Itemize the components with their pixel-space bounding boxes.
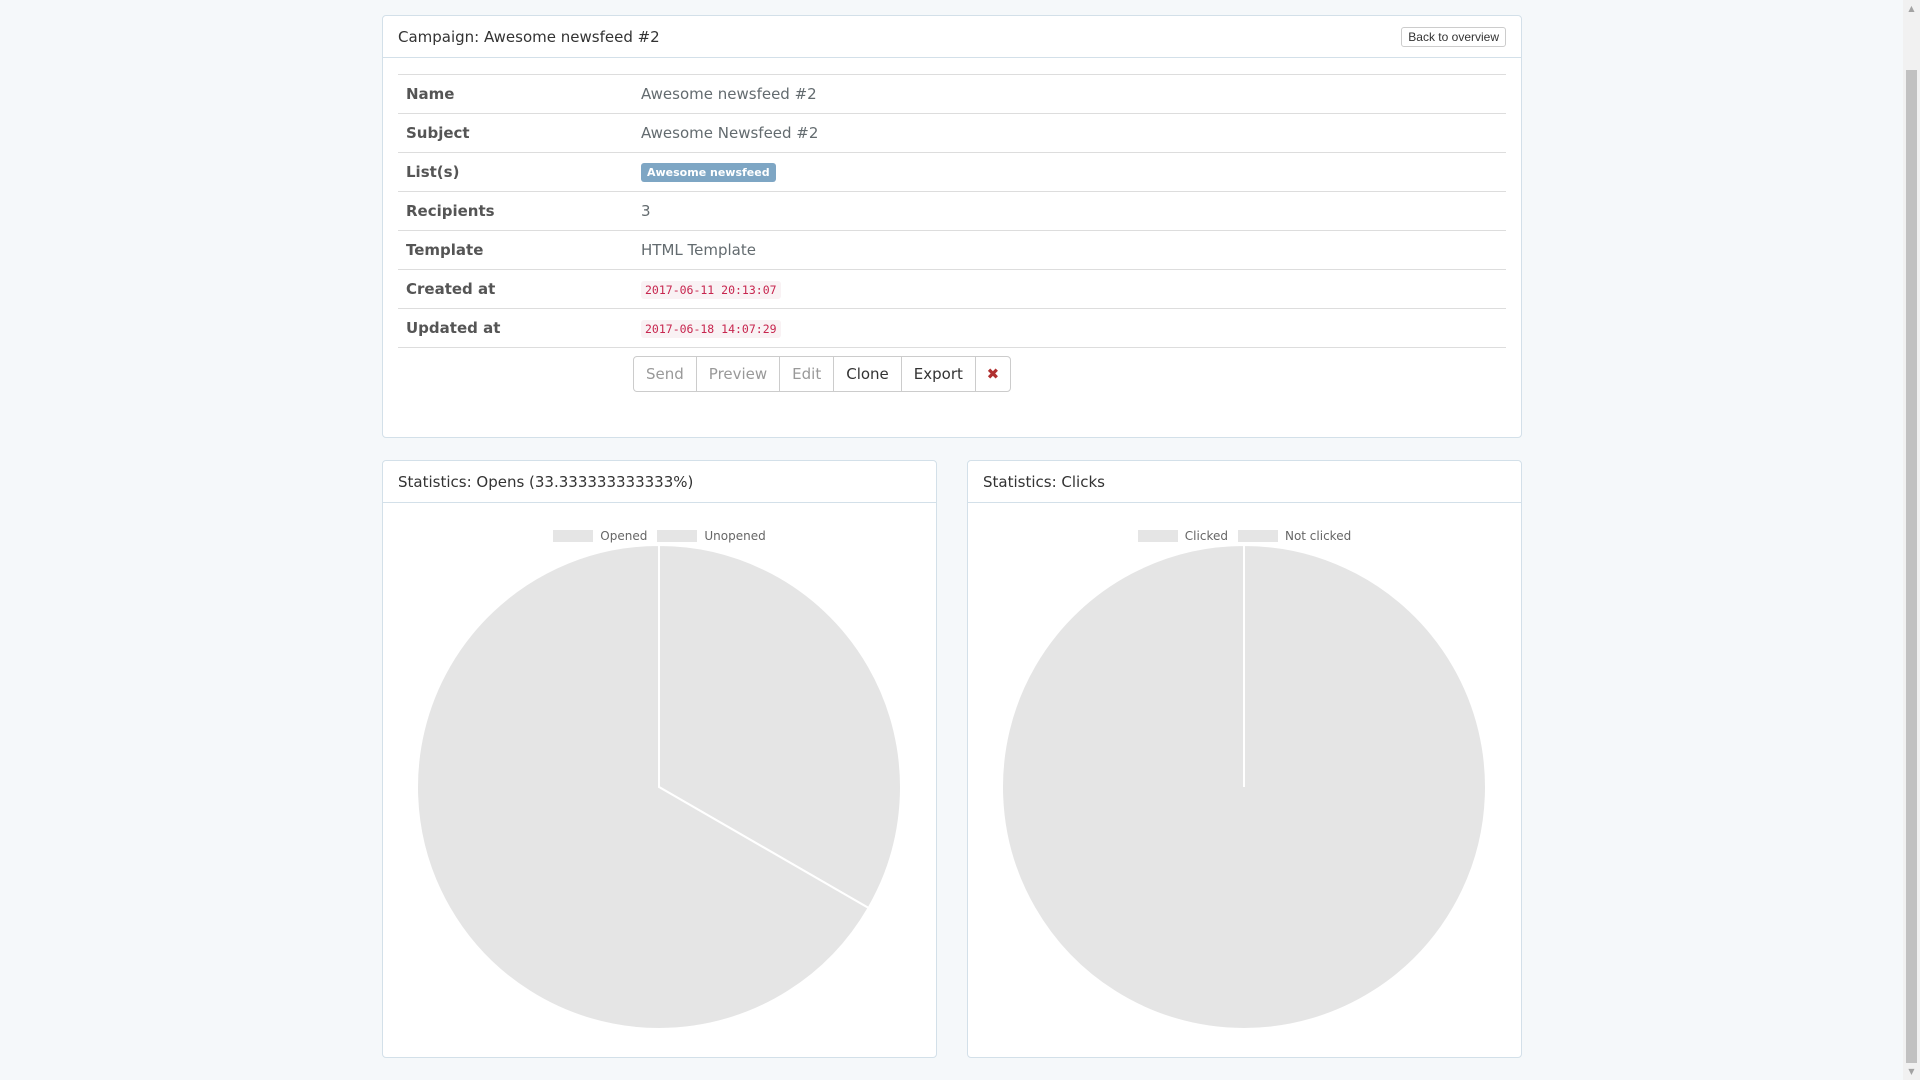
campaign-template-value: HTML Template [633, 230, 1506, 270]
legend-swatch [657, 530, 698, 542]
legend-swatch [1137, 530, 1178, 542]
scroll-thumb[interactable] [1906, 70, 1917, 1063]
opens-title: Statistics: Opens (33.333333333333%) [398, 472, 694, 491]
clicks-title: Statistics: Clicks [983, 472, 1105, 491]
table-row: Recipients 3 [398, 191, 1506, 231]
table-row: List(s) Awesome newsfeed [398, 152, 1506, 192]
campaign-created-value: 2017-06-11 20:13:07 [633, 269, 1506, 309]
clone-button[interactable]: Clone [833, 356, 902, 392]
legend-swatch [553, 530, 594, 542]
clicks-legend: Clicked Not clicked [968, 529, 1521, 543]
send-button[interactable]: Send [633, 356, 697, 392]
opens-statistics-panel: Statistics: Opens (33.333333333333%) Ope… [382, 460, 937, 1058]
updated-at-code: 2017-06-18 14:07:29 [641, 319, 781, 338]
campaign-subject-value: Awesome Newsfeed #2 [633, 113, 1506, 153]
row-label: Subject [398, 113, 633, 153]
list-badge[interactable]: Awesome newsfeed [641, 163, 776, 182]
legend-item-clicked[interactable]: Clicked [1137, 529, 1228, 543]
export-button[interactable]: Export [900, 356, 976, 392]
row-label: Template [398, 230, 633, 270]
opens-pie-chart [416, 545, 902, 1030]
table-row: Updated at 2017-06-18 14:07:29 [398, 308, 1506, 348]
row-label: List(s) [398, 152, 633, 192]
legend-label-unopened: Unopened [704, 529, 766, 543]
table-row: Name Awesome newsfeed #2 [398, 74, 1506, 114]
legend-label-opened: Opened [600, 529, 648, 543]
created-at-code: 2017-06-11 20:13:07 [641, 280, 781, 299]
legend-label-not-clicked: Not clicked [1284, 529, 1352, 543]
legend-swatch [1237, 530, 1278, 542]
campaign-panel-heading: Campaign: Awesome newsfeed #2 Back to ov… [383, 16, 1521, 58]
campaign-details-table: Name Awesome newsfeed #2 Subject Awesome… [398, 74, 1506, 348]
scroll-up-icon[interactable]: ▲ [1903, 0, 1920, 17]
campaign-lists-value: Awesome newsfeed [633, 152, 1506, 192]
legend-item-opened[interactable]: Opened [553, 529, 647, 543]
row-label: Created at [398, 269, 633, 309]
page: Campaign: Awesome newsfeed #2 Back to ov… [0, 0, 1920, 1080]
clicks-panel-heading: Statistics: Clicks [968, 461, 1521, 503]
legend-label-clicked: Clicked [1184, 529, 1228, 543]
opens-legend: Opened Unopened [383, 529, 936, 543]
campaign-actions: Send Preview Edit Clone Export ✖ [633, 356, 1011, 392]
campaign-title: Campaign: Awesome newsfeed #2 [398, 27, 660, 46]
opens-panel-heading: Statistics: Opens (33.333333333333%) [383, 461, 936, 503]
campaign-name-value: Awesome newsfeed #2 [633, 74, 1506, 114]
campaign-panel: Campaign: Awesome newsfeed #2 Back to ov… [382, 15, 1522, 438]
campaign-updated-value: 2017-06-18 14:07:29 [633, 308, 1506, 348]
row-label: Updated at [398, 308, 633, 348]
table-row: Subject Awesome Newsfeed #2 [398, 113, 1506, 153]
legend-item-not-clicked[interactable]: Not clicked [1237, 529, 1352, 543]
back-to-overview-button[interactable]: Back to overview [1401, 26, 1506, 47]
table-row: Template HTML Template [398, 230, 1506, 270]
scroll-down-icon[interactable]: ▼ [1903, 1063, 1920, 1080]
clicks-statistics-panel: Statistics: Clicks Clicked Not clicked [967, 460, 1522, 1058]
edit-button[interactable]: Edit [779, 356, 835, 392]
row-label: Name [398, 74, 633, 114]
legend-item-unopened[interactable]: Unopened [657, 529, 766, 543]
clicks-pie-chart [1001, 545, 1487, 1030]
page-scrollbar[interactable]: ▲ ▼ [1903, 0, 1920, 1080]
preview-button[interactable]: Preview [695, 356, 781, 392]
row-label: Recipients [398, 191, 633, 231]
table-row: Created at 2017-06-11 20:13:07 [398, 269, 1506, 309]
delete-icon[interactable]: ✖ [974, 356, 1011, 392]
clicks-slice-not-clicked[interactable] [1001, 545, 1487, 1030]
campaign-recipients-value: 3 [633, 191, 1506, 231]
